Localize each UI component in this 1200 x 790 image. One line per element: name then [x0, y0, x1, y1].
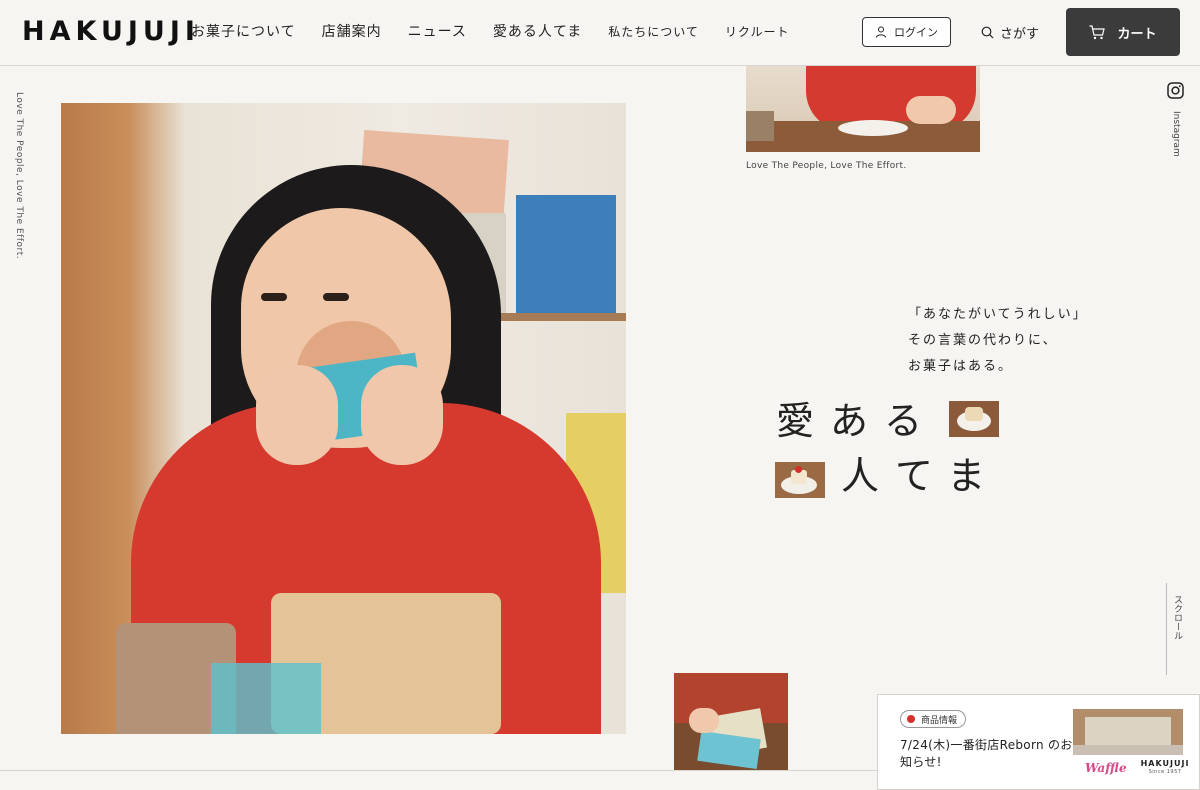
user-icon: [876, 26, 886, 38]
site-header: HAKUJUJI お菓子について 店舗案内 ニュース 愛ある人てま 私たちについ…: [0, 0, 1200, 66]
nav-item-recruit[interactable]: リクルート: [725, 22, 790, 42]
nav-item-stores[interactable]: 店舗案内: [322, 22, 382, 42]
lead-line: その言葉の代わりに、: [908, 333, 1058, 348]
photo-detail: [838, 120, 908, 136]
hakujuji-small-logo: HAKUJUJI Since 1957: [1141, 759, 1190, 777]
photo-detail: [256, 365, 338, 465]
hakujuji-logo-text: HAKUJUJI: [1140, 759, 1190, 768]
photo-detail: [261, 293, 287, 301]
photo-detail: [1073, 745, 1183, 755]
cart-icon: [1089, 24, 1106, 39]
cart-label: カート: [1117, 26, 1157, 42]
instagram-icon: [1167, 82, 1184, 99]
waffle-logo: Waffle: [1085, 761, 1127, 775]
news-logos: Waffle HAKUJUJI Since 1957: [1085, 759, 1189, 777]
hero-title-line1: 愛ある: [776, 399, 939, 443]
main-nav: お菓子について 店舗案内 ニュース 愛ある人てま 私たちについて リクルート: [191, 22, 816, 42]
top-photo: [746, 66, 980, 152]
photo-detail: [323, 293, 349, 301]
hero-photo: [61, 103, 626, 734]
lead-line: お菓子はある。: [908, 359, 1014, 374]
instagram-link[interactable]: Instagram: [1167, 82, 1187, 157]
login-button[interactable]: ログイン: [862, 17, 951, 47]
photo-detail: [906, 96, 956, 124]
photo-detail: [746, 111, 774, 141]
photo-detail: [965, 407, 983, 421]
scroll-label: スクロール: [1172, 595, 1182, 640]
nav-item-sweets[interactable]: お菓子について: [191, 22, 296, 42]
news-thumbnail: [1073, 709, 1183, 755]
instagram-label: Instagram: [1171, 111, 1181, 157]
brand-logo[interactable]: HAKUJUJI: [22, 17, 200, 47]
cart-button[interactable]: カート: [1066, 8, 1180, 56]
search-button[interactable]: さがす: [981, 22, 1039, 42]
news-title[interactable]: 7/24(木)一番街店Reborn のお知らせ!: [900, 737, 1075, 771]
since-text: Since 1957: [1148, 769, 1182, 775]
news-card[interactable]: 商品情報 7/24(木)一番街店Reborn のお知らせ! Waffle HAK…: [877, 694, 1200, 790]
photo-detail: [361, 365, 443, 465]
cake-photo: [949, 401, 999, 437]
news-category-badge: 商品情報: [900, 710, 967, 728]
lead-line: 「あなたがいてうれしい」: [908, 307, 1088, 322]
search-label: さがす: [1000, 26, 1040, 42]
photo-detail: [689, 708, 719, 733]
photo-detail: [795, 466, 802, 473]
lead-copy: 「あなたがいてうれしい」 その言葉の代わりに、 お菓子はある。: [908, 302, 1088, 380]
nav-item-about[interactable]: 私たちについて: [608, 22, 699, 42]
photo-detail: [211, 663, 321, 734]
photo-caption: Love The People, Love The Effort.: [746, 161, 907, 171]
photo-detail: [516, 195, 616, 315]
shortcake-photo: [775, 462, 825, 498]
red-dot-icon: [907, 715, 915, 723]
side-tagline: Love The People, Love The Effort.: [14, 92, 24, 260]
bottom-photo: [674, 673, 788, 770]
login-label: ログイン: [894, 26, 938, 39]
nav-item-aiaru[interactable]: 愛ある人てま: [493, 22, 582, 42]
search-icon: [981, 26, 994, 38]
hero-title-line2: 人てま: [841, 454, 1002, 498]
nav-item-news[interactable]: ニュース: [408, 22, 467, 42]
scroll-indicator: スクロール: [1166, 583, 1186, 675]
news-badge-label: 商品情報: [921, 715, 958, 726]
